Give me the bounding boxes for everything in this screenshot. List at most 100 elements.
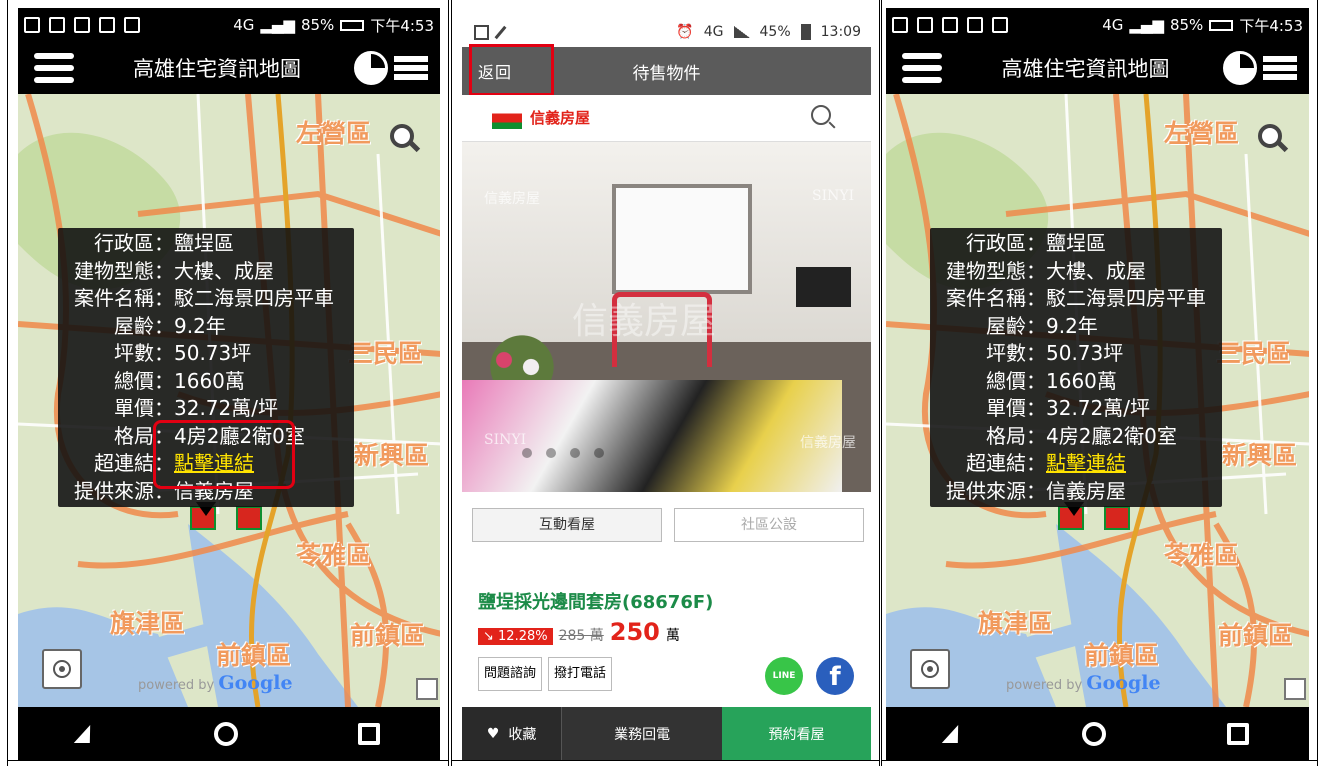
attribution-prefix: powered by bbox=[1006, 678, 1083, 693]
my-location-icon[interactable] bbox=[910, 649, 950, 689]
favorite-button[interactable]: ♥ 收藏 bbox=[462, 707, 562, 760]
info-row: 坪數： 50.73坪 bbox=[930, 340, 1222, 368]
layers-icon[interactable] bbox=[1263, 53, 1297, 83]
carousel-dot[interactable] bbox=[522, 448, 532, 458]
carousel-dot[interactable] bbox=[594, 448, 604, 458]
info-label: 坪數： bbox=[114, 341, 174, 365]
favorite-label: 收藏 bbox=[508, 726, 537, 743]
info-row: 坪數： 50.73坪 bbox=[58, 340, 354, 368]
expand-corner-icon[interactable] bbox=[416, 678, 438, 700]
home-icon[interactable] bbox=[214, 721, 238, 746]
price-unit: 萬 bbox=[665, 628, 680, 644]
menu-icon[interactable] bbox=[34, 53, 74, 83]
property-photo-carousel[interactable]: 信義房屋 SINYI 信義房屋 SINYI 信義房屋 bbox=[462, 142, 871, 492]
alarm-icon: ⏰ bbox=[676, 24, 694, 40]
price-row: ↘ 12.28% 285 萬 250 萬 bbox=[478, 618, 680, 646]
district-label: 旗津區 bbox=[978, 609, 1054, 638]
back-icon[interactable] bbox=[73, 724, 99, 743]
info-value: 大樓、成屋 bbox=[174, 258, 274, 283]
my-location-icon[interactable] bbox=[42, 649, 82, 689]
expand-corner-icon[interactable] bbox=[1284, 678, 1306, 700]
clock: 13:09 bbox=[820, 24, 861, 40]
district-label: 三民區 bbox=[348, 339, 424, 368]
district-label: 前鎮區 bbox=[216, 641, 292, 670]
carousel-dot[interactable] bbox=[570, 448, 580, 458]
search-icon[interactable] bbox=[811, 105, 831, 125]
info-row: 行政區： 鹽埕區 bbox=[58, 230, 354, 258]
gallery-icon bbox=[74, 17, 90, 33]
info-label: 提供來源： bbox=[946, 478, 1046, 503]
info-row: 格局： 4房2廳2衛0室 bbox=[930, 423, 1222, 451]
carousel-dot[interactable] bbox=[546, 448, 556, 458]
info-value: 4房2廳2衛0室 bbox=[1046, 423, 1177, 448]
back-icon[interactable] bbox=[941, 724, 967, 743]
info-value: 50.73坪 bbox=[1046, 341, 1124, 365]
home-icon[interactable] bbox=[1082, 721, 1107, 746]
battery-level: 85% bbox=[1169, 16, 1204, 34]
callback-button[interactable]: 業務回電 bbox=[561, 707, 723, 760]
layers-icon[interactable] bbox=[394, 53, 428, 83]
map-screen-right: 4G ▂▄▆ 85% 下午4:53 高雄住宅資訊地圖 左營區 三民區 新興區 苓… bbox=[881, 0, 1318, 766]
map-view[interactable]: 左營區 三民區 新興區 苓雅區 旗津區 前鎮區 前鎮區 powered by G… bbox=[18, 94, 440, 707]
info-row: 案件名稱： 駁二海景四房平車 bbox=[58, 285, 354, 313]
info-row: 總價： 1660萬 bbox=[930, 368, 1222, 396]
info-row: 單價： 32.72萬/坪 bbox=[930, 395, 1222, 423]
pie-chart-icon[interactable] bbox=[1223, 51, 1257, 85]
info-value: 1660萬 bbox=[1046, 368, 1117, 393]
notification-icons bbox=[18, 17, 140, 33]
app-icon bbox=[99, 17, 115, 33]
call-button[interactable]: 撥打電話 bbox=[548, 657, 612, 691]
app-title-bar: 高雄住宅資訊地圖 bbox=[18, 42, 440, 94]
book-viewing-button[interactable]: 預約看屋 bbox=[722, 707, 871, 760]
battery-level: 45% bbox=[759, 24, 791, 40]
info-popup: 行政區： 鹽埕區 建物型態： 大樓、成屋 案件名稱： 駁二海景四房平車 屋齡： 9.2年… bbox=[930, 228, 1222, 507]
info-row: 建物型態： 大樓、成屋 bbox=[58, 258, 354, 286]
recent-apps-icon[interactable] bbox=[1226, 722, 1249, 745]
map-search-icon[interactable] bbox=[1258, 124, 1282, 148]
info-value: 9.2年 bbox=[1046, 313, 1098, 338]
district-label: 旗津區 bbox=[110, 609, 186, 638]
tab-community[interactable]: 社區公設 bbox=[674, 508, 864, 542]
info-label: 案件名稱： bbox=[946, 286, 1046, 310]
info-label: 屋齡： bbox=[114, 313, 174, 338]
recent-apps-icon[interactable] bbox=[358, 722, 380, 745]
watermark: 信義房屋 bbox=[572, 301, 717, 342]
hyperlink[interactable]: 點擊連結 bbox=[1046, 450, 1126, 478]
map-attribution: powered by Google bbox=[1006, 672, 1161, 694]
info-label: 屋齡： bbox=[986, 313, 1046, 338]
map-view[interactable]: 左營區 三民區 新興區 苓雅區 旗津區 前鎮區 前鎮區 powered by G… bbox=[886, 94, 1309, 707]
district-label: 左營區 bbox=[1164, 119, 1240, 148]
property-title: 鹽埕採光邊間套房(68676F) bbox=[478, 592, 714, 613]
info-label: 行政區： bbox=[966, 231, 1046, 255]
district-label: 三民區 bbox=[1216, 339, 1292, 368]
watermark: SINYI bbox=[812, 188, 855, 204]
menu-icon[interactable] bbox=[902, 53, 942, 83]
tab-interactive-tour[interactable]: 互動看屋 bbox=[472, 508, 662, 542]
attribution-brand: Google bbox=[1086, 672, 1161, 694]
battery-icon bbox=[800, 24, 811, 40]
info-value: 32.72萬/坪 bbox=[1046, 396, 1150, 420]
notification-icon bbox=[892, 17, 908, 33]
info-row: 提供來源： 信義房屋 bbox=[930, 478, 1222, 506]
info-row: 建物型態： 大樓、成屋 bbox=[930, 258, 1222, 286]
district-label: 前鎮區 bbox=[1218, 621, 1294, 650]
info-row: 屋齡： 9.2年 bbox=[58, 313, 354, 341]
property-pin-icon[interactable] bbox=[236, 506, 262, 530]
property-pin-icon[interactable] bbox=[1104, 506, 1130, 530]
sinyi-logo-icon bbox=[492, 107, 522, 129]
info-value: 駁二海景四房平車 bbox=[1046, 286, 1206, 310]
info-value: 駁二海景四房平車 bbox=[174, 286, 334, 310]
facebook-share-icon[interactable]: f bbox=[816, 657, 854, 695]
district-label: 前鎮區 bbox=[350, 621, 426, 650]
info-label: 總價： bbox=[986, 368, 1046, 393]
frame-border bbox=[882, 760, 1317, 761]
pie-chart-icon[interactable] bbox=[354, 51, 388, 85]
line-share-icon[interactable]: LINE bbox=[765, 657, 803, 695]
frame-border bbox=[452, 760, 879, 761]
map-search-icon[interactable] bbox=[390, 124, 414, 148]
inquiry-button[interactable]: 問題諮詢 bbox=[478, 657, 542, 691]
info-label: 單價： bbox=[114, 396, 174, 420]
notification-icon bbox=[24, 17, 40, 33]
app-icon bbox=[124, 17, 140, 33]
info-label: 建物型態： bbox=[946, 258, 1046, 283]
